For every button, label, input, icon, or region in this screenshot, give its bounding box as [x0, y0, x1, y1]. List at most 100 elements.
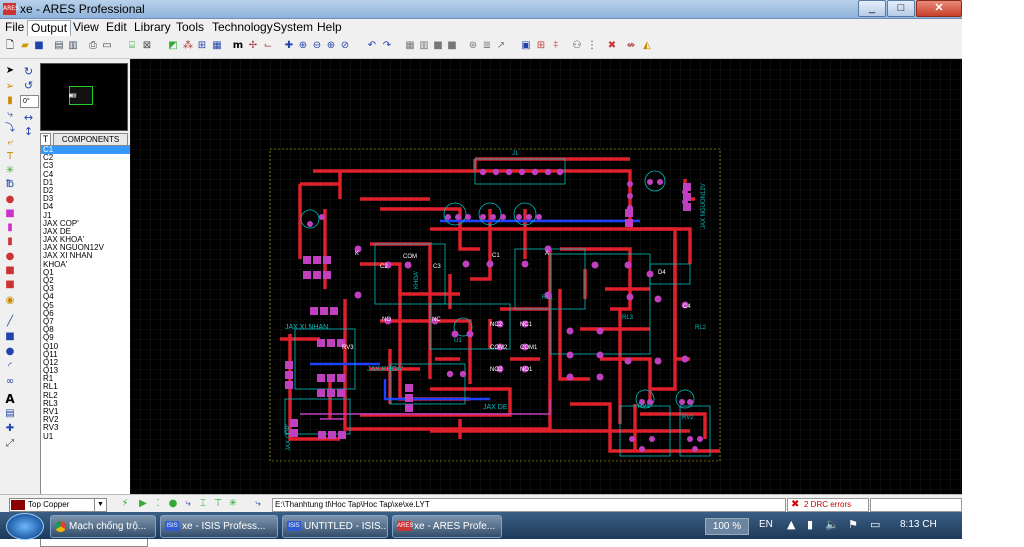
zoom-level[interactable]: 100 %	[705, 518, 749, 535]
track-mode-icon[interactable]: ⤷	[3, 109, 17, 121]
block-delete-icon[interactable]: ■	[446, 39, 458, 53]
taskbar-button-isis[interactable]: ISIS xe - ISIS Profess...	[160, 515, 278, 538]
edge-pad-icon[interactable]: ▮	[3, 236, 17, 248]
block-copy-icon[interactable]: ▦	[404, 39, 416, 53]
false-origin-icon[interactable]: ✢	[247, 39, 259, 53]
overview-window[interactable]: ▣▤	[40, 63, 128, 131]
menu-library[interactable]: Library	[131, 20, 174, 35]
zone-mode-icon[interactable]: ⤶	[3, 137, 17, 149]
menu-tools[interactable]: Tools	[173, 20, 207, 35]
property-assign-icon[interactable]: ⚇	[571, 39, 583, 53]
menu-technology[interactable]: Technology	[209, 20, 276, 35]
test-icon[interactable]: ⊤	[212, 498, 224, 510]
layer-selector[interactable]: Top Copper ▼	[9, 498, 107, 512]
layer-stack-icon[interactable]: ◭	[641, 39, 653, 53]
pan-icon[interactable]: ⌙	[262, 39, 274, 53]
design-rule-icon[interactable]: ⋮	[586, 39, 598, 53]
decompose-icon[interactable]: ↗	[495, 39, 507, 53]
marker-2d-icon[interactable]: ✚	[3, 423, 17, 435]
smt-pad-icon[interactable]: ■	[3, 279, 17, 291]
ratsnest-mode-icon[interactable]: T	[3, 151, 17, 163]
grid-toggle-icon[interactable]: ⁂	[182, 39, 194, 53]
play-icon[interactable]: ▶	[137, 498, 149, 510]
selection-mode-icon[interactable]: ➤	[3, 65, 17, 77]
dimension-icon[interactable]: ⤢	[3, 438, 17, 450]
print-setup-icon[interactable]: ▭	[101, 39, 113, 53]
connectivity-icon[interactable]: ✖	[606, 39, 618, 53]
step-icon[interactable]: ⁚	[152, 498, 164, 510]
redraw-icon[interactable]: ◩	[167, 39, 179, 53]
search-tag-icon[interactable]: ⍏	[550, 39, 562, 53]
action-center-icon[interactable]: ⚑	[848, 518, 858, 531]
menu-system[interactable]: System	[270, 20, 316, 35]
package-mode-icon[interactable]: ▮	[3, 95, 17, 107]
metric-icon[interactable]: ▦	[211, 39, 223, 53]
show-hidden-icons-icon[interactable]: ▲	[787, 518, 795, 531]
dil-pad-icon[interactable]: ▮	[3, 222, 17, 234]
menu-view[interactable]: View	[70, 20, 102, 35]
menu-help[interactable]: Help	[314, 20, 345, 35]
tag-icon[interactable]: ⌶	[197, 498, 209, 510]
closed-path-icon[interactable]: ∞	[3, 376, 17, 388]
pause-icon[interactable]: ●	[167, 498, 179, 510]
minimize-button[interactable]: _	[858, 0, 886, 17]
layer-pad-icon[interactable]: ◉	[3, 295, 17, 307]
bus-mode-icon[interactable]: ℔	[3, 179, 17, 191]
undo-icon[interactable]: ↶	[366, 39, 378, 53]
power-icon[interactable]: ▭	[870, 518, 880, 531]
design-explorer-icon[interactable]: ⚡	[119, 498, 131, 510]
start-button[interactable]	[6, 513, 44, 540]
zoom-to-fit-icon[interactable]: ⊘	[339, 39, 351, 53]
import-icon[interactable]: ▤	[53, 39, 65, 53]
zoom-in-icon[interactable]: ✚	[283, 39, 295, 53]
layers-icon[interactable]: ⊞	[196, 39, 208, 53]
round-pad-icon[interactable]: ●	[3, 194, 17, 206]
rotate-cw-icon[interactable]: ↻	[22, 65, 35, 78]
export-icon[interactable]: ▥	[67, 39, 79, 53]
rotation-field[interactable]	[20, 95, 39, 108]
network-icon[interactable]: ▮	[807, 518, 813, 531]
pcb-editing-canvas[interactable]: J1 D4 U1 RL1 RL2 RL3 JAX XI NHAN JAX KHO…	[130, 59, 962, 494]
symbol-2d-icon[interactable]: ▤	[3, 408, 17, 420]
area-icon[interactable]: ⌸	[126, 39, 138, 53]
mark-icon[interactable]: ⊠	[141, 39, 153, 53]
drc-status[interactable]: ✖ 2 DRC errors	[787, 498, 869, 512]
box-2d-icon[interactable]: ■	[3, 331, 17, 343]
taskbar-button-chrome[interactable]: Mạch chống trộ...	[50, 515, 156, 538]
menu-file[interactable]: File	[2, 20, 27, 35]
pick-parts-icon[interactable]: ⊛	[467, 39, 479, 53]
line-2d-icon[interactable]: ╱	[3, 316, 17, 328]
make-package-icon[interactable]: ≣	[481, 39, 493, 53]
taskbar-button-ares[interactable]: ARESxe - ARES Profe...	[392, 515, 502, 538]
origin-icon[interactable]: m	[232, 39, 244, 53]
maximize-button[interactable]: □	[887, 0, 915, 17]
save-icon[interactable]: ■	[33, 39, 45, 53]
arc-2d-icon[interactable]: ◜	[3, 361, 17, 373]
close-button[interactable]: ✕	[916, 0, 962, 17]
power-plane-icon[interactable]: ⇎	[625, 39, 637, 53]
mirror-x-icon[interactable]: ↔	[22, 111, 35, 124]
language-indicator[interactable]: EN	[759, 519, 773, 530]
open-folder-icon[interactable]: ▰	[19, 39, 31, 53]
connectivity-highlight-icon[interactable]: ✳	[3, 165, 17, 177]
clock[interactable]: 8:13 CH	[900, 519, 937, 530]
snap-icon[interactable]: ⤷	[252, 498, 264, 510]
zoom-area-icon[interactable]: ⊕	[325, 39, 337, 53]
print-icon[interactable]: ⎙	[87, 39, 99, 53]
mirror-y-icon[interactable]: ↕	[22, 125, 35, 138]
polygon-pad-icon[interactable]: ●	[3, 251, 17, 263]
redo-icon[interactable]: ↷	[381, 39, 393, 53]
via-mode-icon[interactable]: ⤵	[3, 123, 17, 135]
block-rotate-icon[interactable]: ■	[432, 39, 444, 53]
component-mode-icon[interactable]: ➢	[3, 81, 17, 93]
new-file-icon[interactable]: 🗋	[4, 39, 16, 53]
taskbar-button-isis-untitled[interactable]: ISIS UNTITLED - ISIS...	[282, 515, 388, 538]
circle-2d-icon[interactable]: ●	[3, 346, 17, 358]
text-2d-icon[interactable]: A	[3, 393, 17, 405]
connectivity-check-icon[interactable]: ✳	[227, 498, 239, 510]
zoom-out-icon[interactable]: ⊕	[297, 39, 309, 53]
auto-router-icon[interactable]: ▣	[520, 39, 532, 53]
menu-output[interactable]: Output	[27, 20, 72, 37]
zoom-all-icon[interactable]: ⊖	[311, 39, 323, 53]
padstack-icon[interactable]: ■	[3, 265, 17, 277]
